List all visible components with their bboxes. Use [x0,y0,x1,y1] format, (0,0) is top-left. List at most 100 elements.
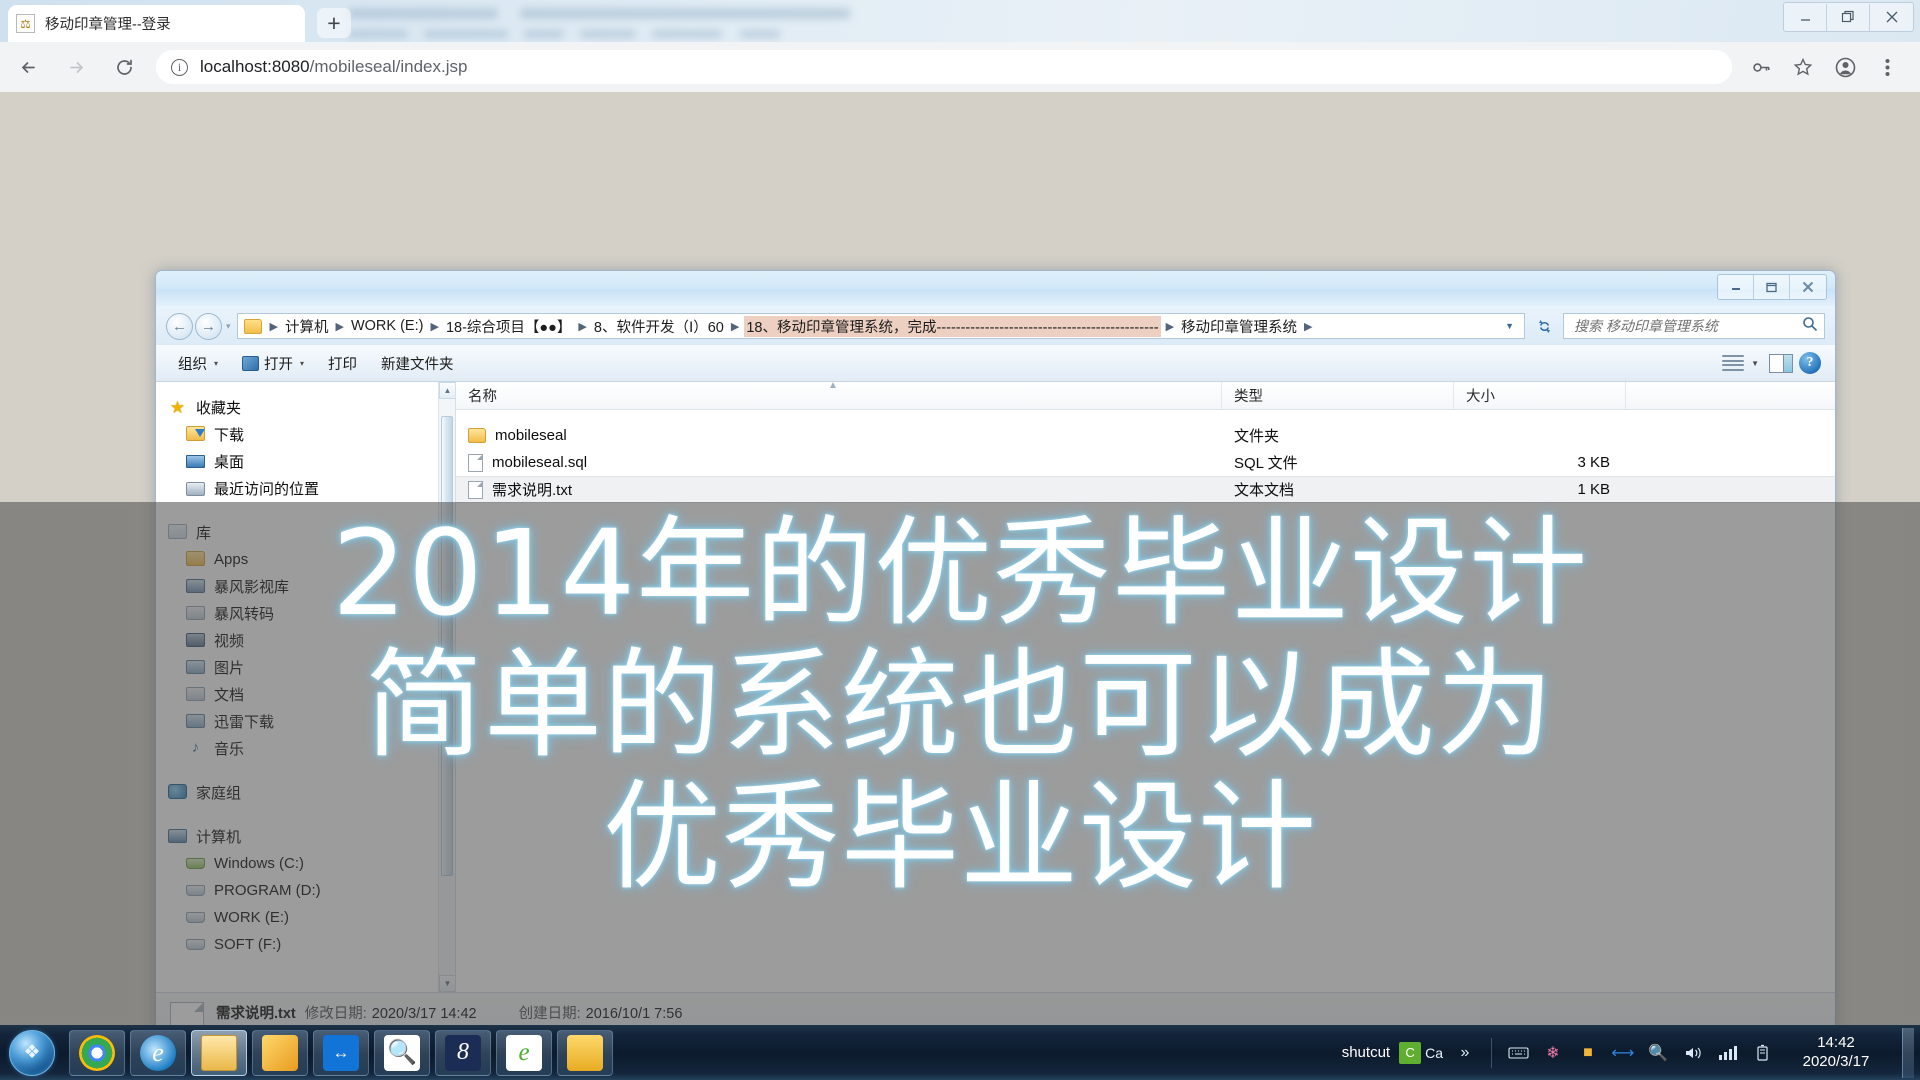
star-icon[interactable] [1784,48,1822,86]
minimize-button[interactable] [1784,3,1827,31]
taskbar-item-internet-explorer[interactable]: e [130,1029,186,1076]
sidebar-item-desktop[interactable]: 桌面 [156,448,455,475]
menu-icon[interactable] [1868,48,1906,86]
taskbar-clock[interactable]: 14:42 2020/3/17 [1785,1034,1893,1072]
taskbar-item-winrar[interactable] [252,1029,308,1076]
tray-overflow-icon[interactable]: » [1452,1040,1478,1066]
file-type-cell: SQL 文件 [1234,455,1298,472]
print-button[interactable]: 打印 [316,350,369,377]
battery-icon[interactable] [1750,1040,1776,1066]
explorer-minimize-button[interactable] [1718,275,1754,299]
reload-button[interactable] [104,47,144,87]
search-input[interactable]: 搜索 移动印章管理系统 [1563,313,1825,339]
url-text: localhost:8080/mobileseal/index.jsp [200,57,467,77]
network-icon[interactable] [1715,1040,1741,1066]
tray-ci-item[interactable]: C Ca [1399,1041,1443,1064]
breadcrumb[interactable]: ▶ 计算机 ▶ WORK (E:) ▶ 18-综合项目【●●】 ▶ 8、软件开发… [236,313,1525,339]
explorer-close-button[interactable] [1790,275,1826,299]
sidebar-item-recent-places[interactable]: 最近访问的位置 [156,475,455,502]
key-icon[interactable] [1742,48,1780,86]
breadcrumb-item-0[interactable]: 计算机 [283,316,331,337]
browser-tab-active[interactable]: ⚖ 移动印章管理--登录 close-icon [8,5,305,42]
clock-time: 14:42 [1817,1033,1855,1051]
windows-taskbar: ❖ e ↔ 🔍 8 e shutcut C Ca » ❄ ■ ⟷ 🔍 14:42… [0,1025,1920,1080]
breadcrumb-separator: ▶ [578,320,587,333]
taskbar-item-photoshop[interactable]: 8 [435,1029,491,1076]
sidebar-item-downloads[interactable]: 下载 [156,421,455,448]
new-folder-button[interactable]: 新建文件夹 [369,350,466,377]
scroll-up-icon[interactable]: ▲ [439,382,455,399]
chevron-down-icon[interactable]: ▼ [1751,359,1759,368]
explorer-back-button[interactable]: ← [166,312,193,340]
chrome-browser-window: ⚖ 移动印章管理--登录 close-icon + [0,0,1920,92]
taskbar-item-chrome[interactable] [69,1029,125,1076]
file-name: mobileseal.sql [492,454,588,471]
restore-button[interactable] [1827,3,1870,31]
sidebar-item-label: 桌面 [214,454,245,471]
taskbar-item-360-browser[interactable]: e [496,1029,552,1076]
explorer-maximize-button[interactable] [1754,275,1790,299]
open-button[interactable]: 打开 ▾ [230,350,316,377]
column-header-type[interactable]: 类型 [1222,382,1454,409]
table-row[interactable]: 需求说明.txt 文本文档 1 KB [456,476,1835,503]
breadcrumb-item-5[interactable]: 移动印章管理系统 [1179,316,1299,337]
signal-bars [1719,1045,1737,1060]
teamviewer-tray-icon[interactable]: ⟷ [1610,1040,1636,1066]
screen: ⚖ 移动印章管理--登录 close-icon + [0,0,1920,1080]
forward-button[interactable] [56,47,96,87]
organize-button[interactable]: 组织 ▾ [166,350,230,377]
column-header-name[interactable]: 名称 [456,382,1222,409]
taskbar-item-file-explorer[interactable] [191,1029,247,1076]
view-list-icon[interactable]: ▼ [1718,350,1763,377]
chrome-icon [79,1034,115,1071]
search-icon[interactable] [1802,316,1818,336]
new-tab-button[interactable]: + [317,8,351,38]
search-tray-icon[interactable]: 🔍 [1645,1040,1671,1066]
teamviewer-icon: ↔ [323,1034,359,1071]
breadcrumb-item-1[interactable]: WORK (E:) [349,318,426,334]
profile-icon[interactable] [1826,48,1864,86]
sidebar-item-favorites[interactable]: ★ 收藏夹 [156,394,455,421]
keyboard-icon[interactable] [1505,1040,1531,1066]
breadcrumb-separator: ▶ [730,320,740,333]
explorer-icon [201,1034,237,1071]
table-row[interactable]: mobileseal 文件夹 [456,422,1835,449]
breadcrumb-item-4[interactable]: 18、移动印章管理系统，完成--------------------------… [744,315,1161,337]
chevron-down-icon[interactable]: ▼ [1497,321,1522,331]
close-button[interactable] [1870,4,1913,31]
volume-icon[interactable] [1680,1040,1706,1066]
refresh-icon[interactable] [1531,313,1557,339]
explorer-forward-button[interactable]: → [195,312,222,340]
taskbar-item-teamviewer[interactable]: ↔ [313,1029,369,1076]
show-desktop-button[interactable] [1902,1027,1914,1078]
file-size-cell: 1 KB [1577,481,1610,498]
flower-icon[interactable]: ❄ [1540,1040,1566,1066]
address-bar[interactable]: i localhost:8080/mobileseal/index.jsp [156,50,1732,84]
breadcrumb-item-3[interactable]: 8、软件开发（Ⅰ）60 [592,316,726,337]
sort-indicator-icon: ▲ [828,382,838,391]
back-button[interactable] [8,47,48,87]
new-folder-label: 新建文件夹 [381,356,454,373]
favorites-star-icon: ★ [169,398,186,417]
winrar-tray-icon[interactable]: ■ [1575,1040,1601,1066]
ci-icon: C [1399,1041,1422,1064]
browser-360-icon: e [506,1034,542,1071]
taskbar-item-everything-search[interactable]: 🔍 [374,1029,430,1076]
start-button[interactable]: ❖ [4,1028,60,1078]
taskbar-item-maya[interactable] [557,1029,613,1076]
help-icon[interactable]: ? [1799,352,1821,374]
column-header-size[interactable]: 大小 [1454,382,1626,409]
explorer-titlebar[interactable] [156,271,1835,307]
page-viewport: ← → ▾ ▶ 计算机 ▶ WORK (E:) ▶ 18-综合项目【●●】 ▶ … [0,92,1920,1080]
close-icon[interactable]: close-icon [277,14,297,34]
file-icon [468,480,483,499]
chevron-down-icon[interactable]: ▾ [226,321,231,332]
site-info-icon[interactable]: i [171,58,188,76]
table-row[interactable]: mobileseal.sql SQL 文件 3 KB [456,449,1835,476]
tray-shutcut-label[interactable]: shutcut [1342,1044,1390,1061]
tab-title: 移动印章管理--登录 [45,17,171,33]
preview-pane-icon[interactable] [1769,353,1793,373]
chevron-down-icon: ▾ [214,358,219,368]
explorer-nav-buttons: ← → ▾ [166,312,231,340]
breadcrumb-item-2[interactable]: 18-综合项目【●●】 [444,316,573,337]
